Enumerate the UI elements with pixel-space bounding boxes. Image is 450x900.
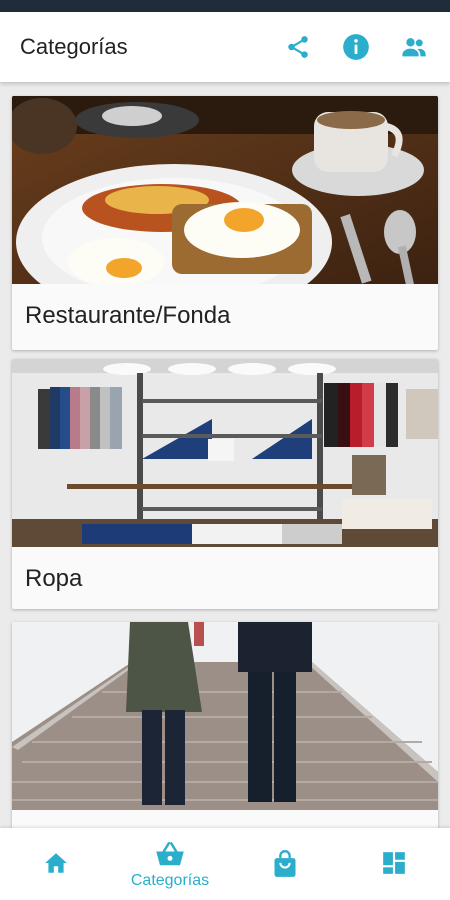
info-button[interactable]: [334, 25, 378, 69]
nav-bag[interactable]: [229, 828, 341, 900]
nav-dashboard[interactable]: [338, 828, 450, 900]
home-icon: [45, 853, 67, 873]
people-button[interactable]: [392, 25, 436, 69]
breakfast-photo: [12, 96, 438, 284]
category-label: Ropa: [25, 565, 83, 592]
category-card-3[interactable]: [12, 622, 438, 828]
dashboard-icon: [383, 852, 405, 874]
share-button[interactable]: [276, 25, 320, 69]
nav-home[interactable]: [0, 828, 112, 900]
share-icon: [288, 36, 308, 58]
people-icon: [402, 38, 426, 57]
bottom-navigation: Categorías: [0, 828, 450, 900]
nav-categorias[interactable]: Categorías: [114, 828, 226, 900]
shopping-bag-icon: [274, 850, 296, 877]
nav-label: Categorías: [130, 872, 210, 889]
page-title: Categorías: [20, 34, 128, 59]
basket-icon: [156, 842, 184, 866]
people-on-pier-photo: [12, 622, 438, 810]
category-label: Restaurante/Fonda: [25, 302, 231, 329]
category-card-ropa[interactable]: Ropa: [12, 359, 438, 609]
status-bar: [0, 0, 450, 12]
categories-list: Restaurante/Fonda Ropa: [0, 82, 450, 828]
info-icon: [343, 34, 369, 60]
category-card-restaurante[interactable]: Restaurante/Fonda: [12, 96, 438, 350]
app-bar: Categorías: [0, 12, 450, 82]
clothing-store-photo: [12, 359, 438, 547]
